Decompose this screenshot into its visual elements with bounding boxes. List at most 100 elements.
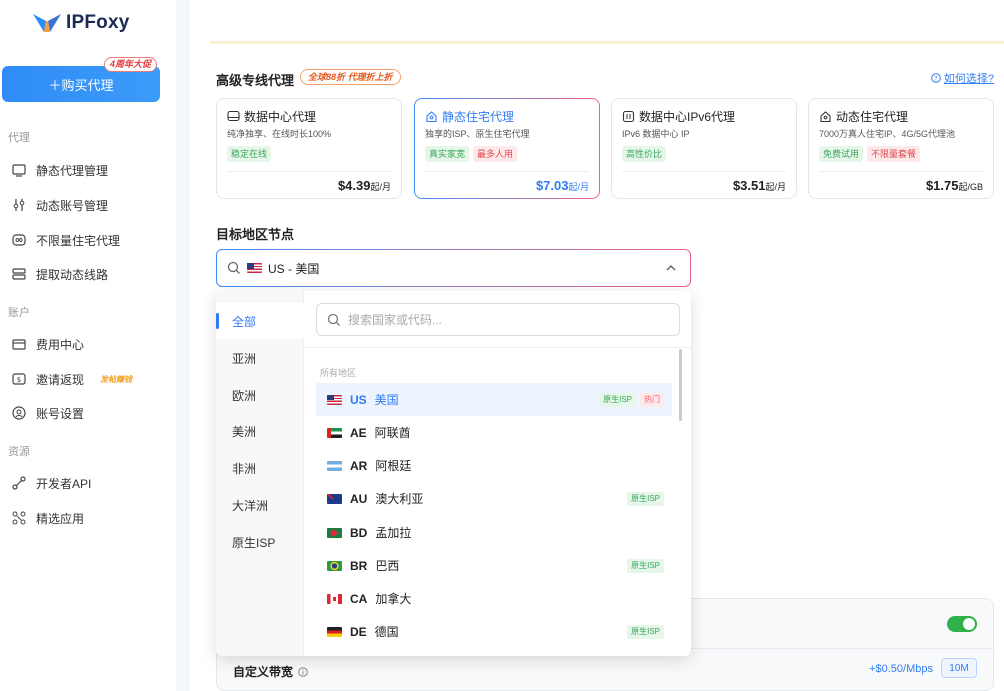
country-item-us[interactable]: US 美国 原生ISP 热门 — [316, 383, 672, 416]
divider — [622, 171, 786, 172]
country-item-ar[interactable]: AR 阿根廷 — [316, 449, 672, 482]
country-item-br[interactable]: BR 巴西 原生ISP — [316, 549, 672, 582]
region-tab-asia[interactable]: 亚洲 — [216, 340, 304, 376]
country-search-input[interactable] — [348, 312, 648, 327]
monitor-icon — [12, 164, 26, 177]
sidebar-item-unlimited-residential[interactable]: 不限量住宅代理 — [12, 228, 172, 252]
country-name: 巴西 — [375, 559, 400, 573]
country-name: 阿根廷 — [375, 459, 412, 473]
country-code: BR — [350, 558, 368, 573]
bandwidth-value-chip[interactable]: 10M — [941, 658, 977, 678]
product-card-dynamic-residential[interactable]: 动态住宅代理 7000万真人住宅IP、4G/5G代理池 免费试用 不限量套餐 $… — [808, 98, 994, 199]
help-link-text: 如何选择? — [943, 73, 994, 85]
logo[interactable]: IPFoxy — [32, 10, 130, 36]
logo-text: IPFoxy — [66, 12, 130, 33]
server-icon — [622, 110, 635, 123]
sidebar-item-invite[interactable]: $ 邀请返现 发帖赚钱 — [12, 367, 172, 391]
ca-flag-icon — [327, 593, 342, 604]
card-desc: 纯净独享、在线时长100% — [227, 129, 332, 139]
region-dropdown: 全部 亚洲 欧洲 美洲 非洲 大洋洲 原生ISP 所有地区 US 美国 原生IS — [216, 291, 691, 656]
sidebar-item-settings[interactable]: 账号设置 — [12, 401, 172, 425]
sidebar-item-label: 静态代理管理 — [36, 163, 109, 178]
region-tab-africa[interactable]: 非洲 — [216, 450, 304, 486]
promo-badge: 4周年大促 — [104, 57, 158, 72]
infinity-icon — [12, 234, 26, 246]
dollar-icon: $ — [12, 373, 26, 385]
region-tab-native-isp[interactable]: 原生ISP — [216, 524, 304, 560]
svg-text:?: ? — [934, 75, 937, 83]
user-icon — [12, 406, 26, 420]
us-flag-icon — [247, 263, 262, 273]
country-code: AU — [350, 491, 368, 506]
sidebar-item-billing[interactable]: 费用中心 — [12, 332, 172, 356]
country-item-ae[interactable]: AE 阿联酋 — [316, 416, 672, 449]
option-toggle[interactable] — [947, 616, 977, 632]
main-area: 高级专线代理 全球88折 代理折上折 ? 如何选择? 数据中心代理 纯净独享、在… — [176, 0, 1004, 691]
sidebar-item-label: 提取动态线路 — [36, 267, 109, 282]
link-icon — [12, 476, 26, 490]
bandwidth-label-text: 自定义带宽 — [233, 665, 294, 679]
country-badges: 原生ISP 热门 — [599, 392, 664, 407]
bandwidth-label: 自定义带宽 — [233, 663, 308, 680]
country-name: 孟加拉 — [375, 526, 412, 540]
section-label-account: 账户 — [8, 307, 30, 319]
isp-badge: 原生ISP — [627, 558, 664, 573]
country-code: AE — [350, 425, 367, 440]
search-icon — [327, 313, 340, 326]
card-tags: 稳定在线 — [227, 146, 272, 162]
region-tab-europe[interactable]: 欧洲 — [216, 377, 304, 413]
sidebar-item-developer-api[interactable]: 开发者API — [12, 471, 172, 495]
chevron-up-icon[interactable] — [666, 263, 676, 273]
card-desc: 7000万真人住宅IP、4G/5G代理池 — [819, 129, 956, 139]
region-select[interactable]: US - 美国 — [216, 249, 691, 287]
sidebar-item-label: 账号设置 — [36, 406, 85, 421]
isp-badge: 原生ISP — [599, 392, 636, 407]
sidebar-item-static-proxy[interactable]: 静态代理管理 — [12, 158, 172, 182]
sliders-icon — [13, 199, 25, 211]
card-price: $3.51起/月 — [733, 178, 786, 193]
house-icon — [426, 111, 437, 123]
au-flag-icon — [327, 493, 342, 504]
product-card-ipv6[interactable]: 数据中心IPv6代理 IPv6 数据中心 IP 高性价比 $3.51起/月 — [611, 98, 797, 199]
monitor-icon — [227, 110, 240, 122]
country-item-au[interactable]: AU 澳大利亚 原生ISP — [316, 482, 672, 515]
country-code: DE — [350, 624, 367, 639]
card-title: 静态住宅代理 — [425, 108, 514, 125]
country-item-de[interactable]: DE 德国 原生ISP — [316, 615, 672, 648]
tag: 免费试用 — [819, 146, 864, 162]
card-title: 数据中心IPv6代理 — [622, 108, 735, 125]
invite-badge: 发帖赚钱 — [100, 374, 133, 384]
scrollbar[interactable] — [679, 349, 682, 421]
card-title: 动态住宅代理 — [819, 108, 908, 125]
sidebar-item-extract-lines[interactable]: 提取动态线路 — [12, 262, 172, 286]
sidebar-item-label: 费用中心 — [36, 337, 85, 352]
sidebar-item-dynamic-account[interactable]: 动态账号管理 — [12, 193, 172, 217]
price-value: $7.03 — [535, 178, 569, 193]
content-panel: 高级专线代理 全球88折 代理折上折 ? 如何选择? 数据中心代理 纯净独享、在… — [190, 0, 1004, 691]
country-item-bd[interactable]: BD 孟加拉 — [316, 516, 672, 549]
price-unit: 起/月 — [765, 182, 786, 192]
product-card-static-residential[interactable]: 静态住宅代理 独享的ISP、原生住宅代理 真实家宽 最多人用 $7.03起/月 — [414, 98, 600, 199]
region-tab-americas[interactable]: 美洲 — [216, 413, 304, 449]
ar-flag-icon — [327, 460, 342, 471]
country-search[interactable] — [316, 303, 680, 336]
notice-strip — [210, 0, 1004, 44]
proxy-section-title: 高级专线代理 — [216, 73, 295, 88]
region-tab-oceania[interactable]: 大洋洲 — [216, 487, 304, 523]
help-link[interactable]: ? 如何选择? — [931, 70, 994, 86]
sidebar-item-apps[interactable]: 精选应用 — [12, 506, 172, 530]
country-name: 澳大利亚 — [375, 492, 424, 506]
price-unit: 起/月 — [568, 182, 589, 192]
country-name: 美国 — [374, 393, 399, 407]
info-icon[interactable] — [298, 666, 308, 677]
region-tab-all[interactable]: 全部 — [216, 303, 304, 339]
tag: 稳定在线 — [227, 146, 272, 162]
tag: 高性价比 — [622, 146, 667, 162]
country-item-ca[interactable]: CA 加拿大 — [316, 582, 672, 615]
list-header: 所有地区 — [320, 368, 357, 378]
product-card-datacenter[interactable]: 数据中心代理 纯净独享、在线时长100% 稳定在线 $4.39起/月 — [216, 98, 402, 199]
discount-badge: 全球88折 代理折上折 — [300, 69, 401, 85]
card-title: 数据中心代理 — [227, 108, 316, 125]
us-flag-icon — [327, 394, 342, 405]
card-title-text: 静态住宅代理 — [442, 110, 515, 124]
